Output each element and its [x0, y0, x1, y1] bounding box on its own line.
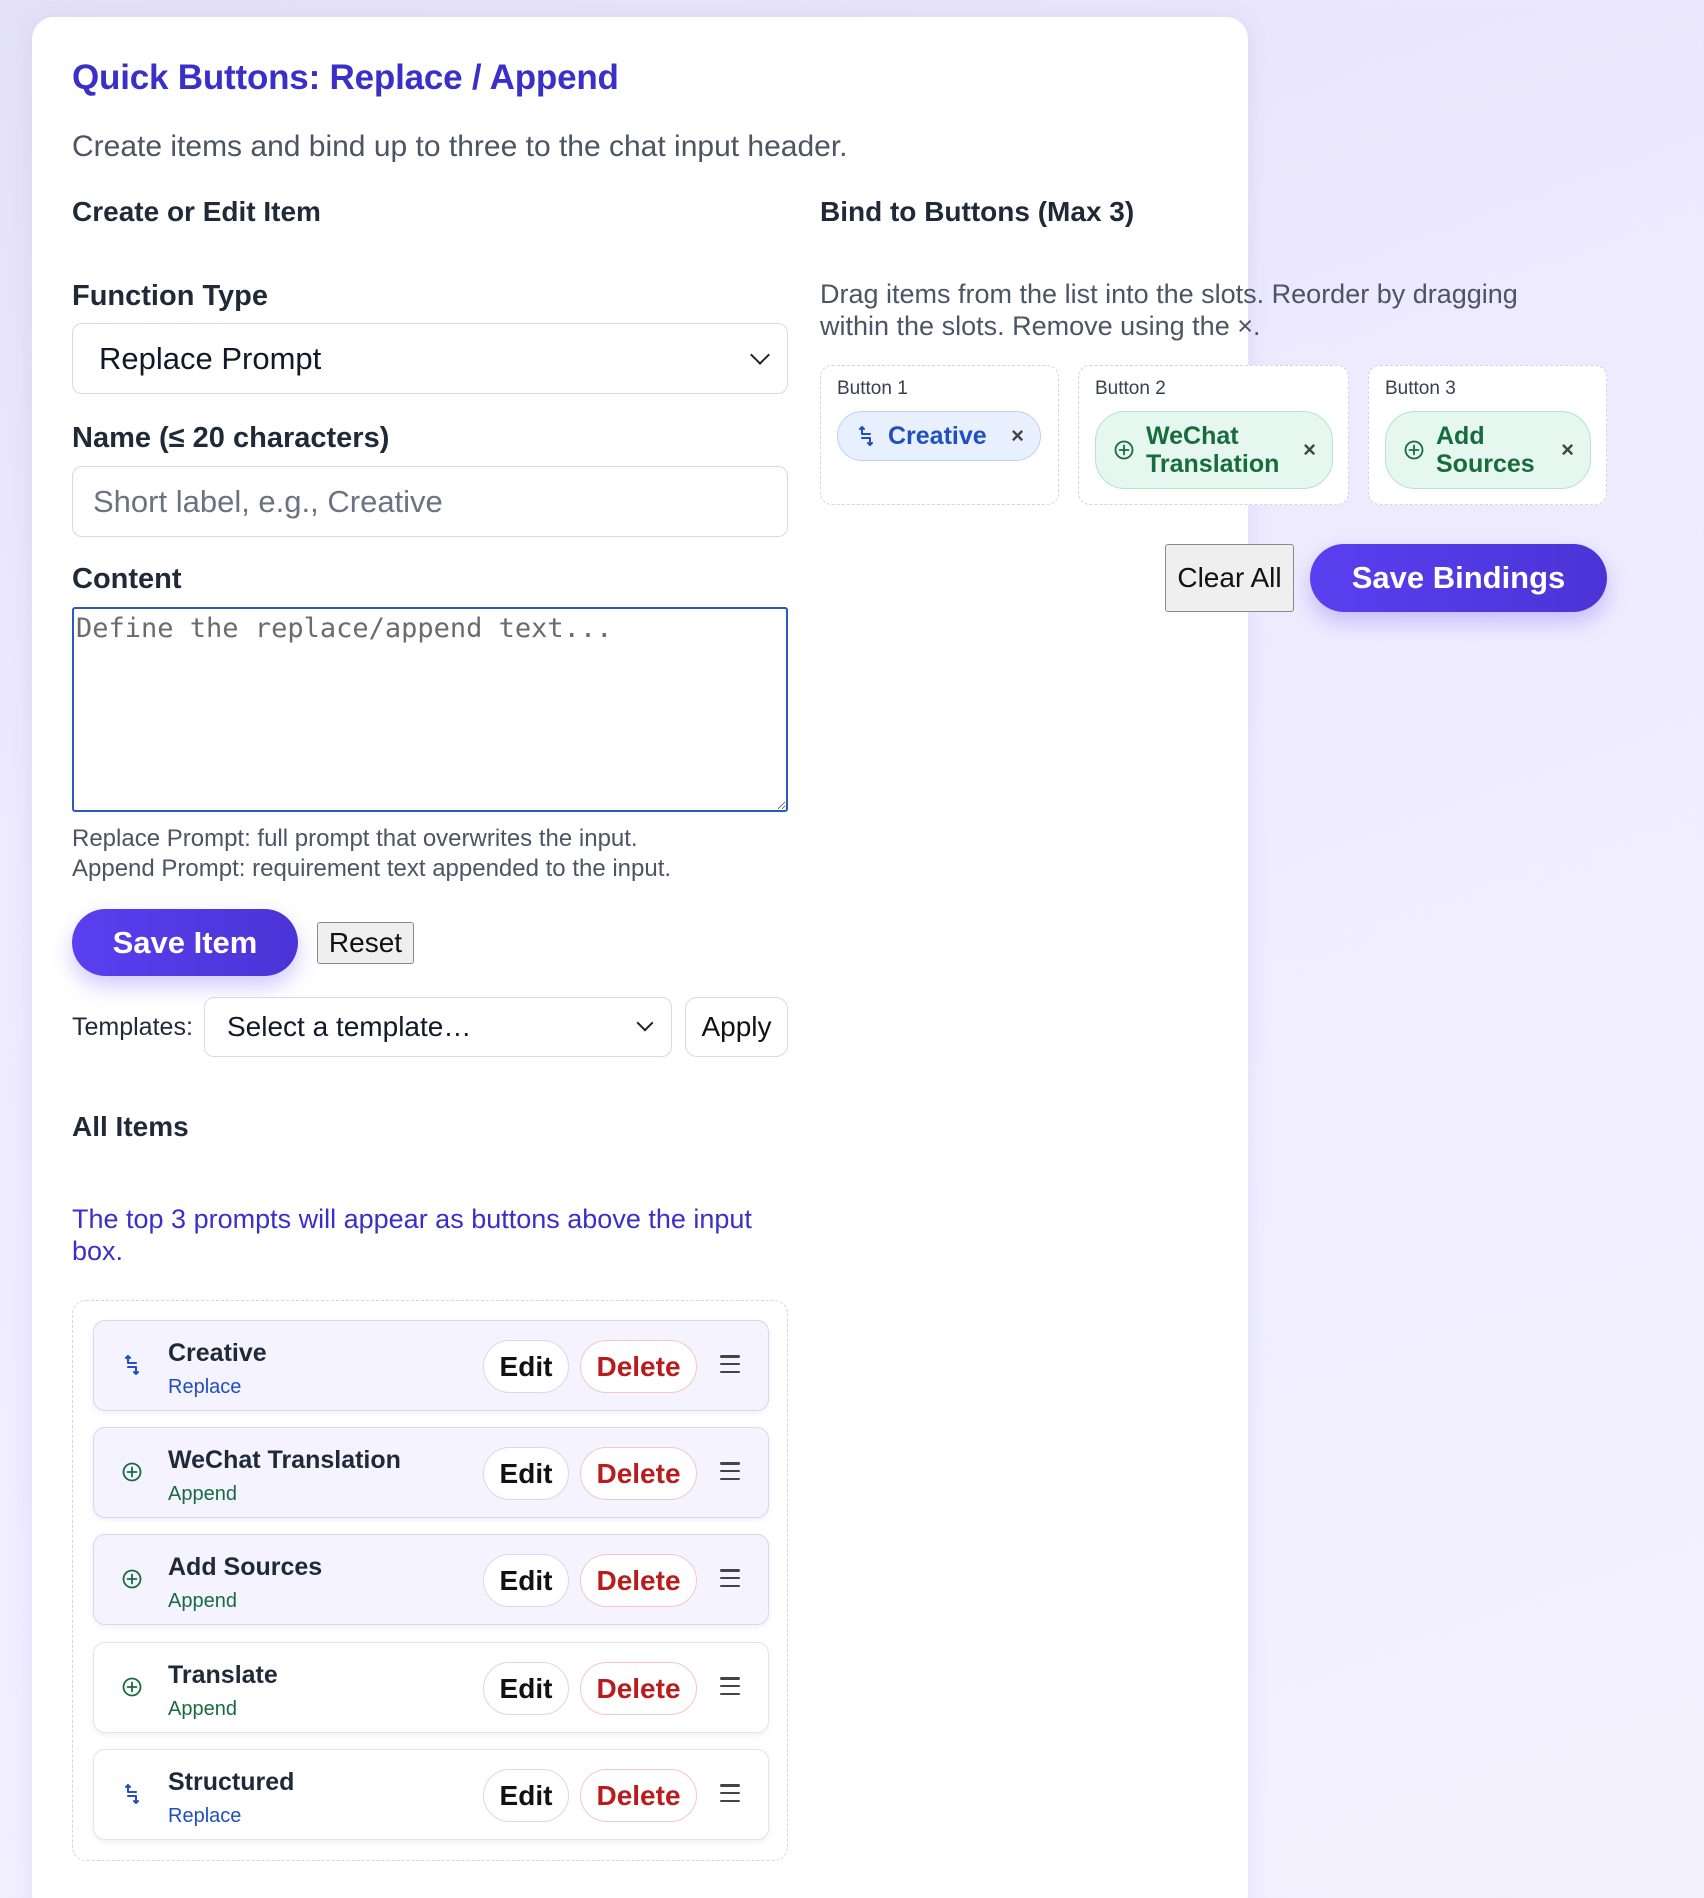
plus-circle-icon: [120, 1460, 144, 1484]
hint-append: Append Prompt: requirement text appended…: [72, 855, 672, 882]
remove-chip-button[interactable]: ×: [1561, 437, 1574, 463]
list-item[interactable]: Structured Replace Edit Delete: [93, 1749, 769, 1840]
list-item[interactable]: Add Sources Append Edit Delete: [93, 1534, 769, 1625]
save-item-button[interactable]: Save Item: [72, 909, 298, 976]
content-textarea[interactable]: [72, 607, 788, 812]
list-item[interactable]: WeChat Translation Append Edit Delete: [93, 1427, 769, 1518]
item-type: Replace: [168, 1805, 242, 1827]
slot-label: Button 1: [837, 378, 908, 399]
bindings-section-title: Bind to Buttons (Max 3): [820, 196, 1135, 227]
chip-label: WeChat Translation: [1146, 422, 1280, 478]
drag-handle-icon[interactable]: [720, 1462, 740, 1480]
item-type: Append: [168, 1590, 237, 1612]
edit-button[interactable]: Edit: [483, 1447, 569, 1500]
edit-button[interactable]: Edit: [483, 1554, 569, 1607]
edit-button[interactable]: Edit: [483, 1769, 569, 1822]
chip-label: Add Sources: [1436, 422, 1535, 478]
remove-chip-button[interactable]: ×: [1011, 423, 1024, 449]
chip-label: Creative: [888, 422, 987, 450]
name-input[interactable]: [72, 466, 788, 537]
swap-arrows-icon: [854, 425, 878, 447]
name-label: Name (≤ 20 characters): [72, 422, 390, 454]
templates-value: Select a template…: [227, 1011, 472, 1042]
swap-arrows-icon: [120, 1782, 144, 1806]
items-list: Creative Replace Edit Delete WeChat Tran…: [72, 1300, 788, 1861]
page-subtitle: Create items and bind up to three to the…: [72, 130, 848, 163]
drag-handle-icon[interactable]: [720, 1677, 740, 1695]
items-note: The top 3 prompts will appear as buttons…: [72, 1204, 752, 1266]
item-name: WeChat Translation: [168, 1446, 401, 1474]
templates-select[interactable]: Select a template…: [204, 997, 672, 1057]
plus-circle-icon: [120, 1567, 144, 1591]
delete-button[interactable]: Delete: [580, 1340, 697, 1393]
chevron-down-icon: [750, 344, 770, 365]
slot-label: Button 3: [1385, 378, 1456, 399]
plus-circle-icon: [1402, 440, 1426, 460]
bound-chip[interactable]: WeChat Translation ×: [1095, 411, 1333, 489]
content-label: Content: [72, 563, 182, 595]
edit-button[interactable]: Edit: [483, 1662, 569, 1715]
item-type: Append: [168, 1483, 237, 1505]
plus-circle-icon: [120, 1675, 144, 1699]
swap-arrows-icon: [120, 1353, 144, 1377]
drag-handle-icon[interactable]: [720, 1569, 740, 1587]
content-hint: Replace Prompt: full prompt that overwri…: [72, 824, 671, 884]
hint-replace: Replace Prompt: full prompt that overwri…: [72, 825, 638, 852]
function-type-value: Replace Prompt: [99, 340, 322, 376]
templates-label: Templates:: [72, 1013, 193, 1041]
delete-button[interactable]: Delete: [580, 1447, 697, 1500]
chevron-down-icon: [636, 1014, 654, 1032]
bound-chip[interactable]: Creative ×: [837, 411, 1041, 461]
item-type: Replace: [168, 1376, 242, 1398]
delete-button[interactable]: Delete: [580, 1662, 697, 1715]
clear-all-button[interactable]: Clear All: [1165, 544, 1294, 612]
list-item[interactable]: Creative Replace Edit Delete: [93, 1320, 769, 1411]
delete-button[interactable]: Delete: [580, 1554, 697, 1607]
binding-slot-1[interactable]: Button 1 Creative ×: [820, 365, 1059, 505]
list-item[interactable]: Translate Append Edit Delete: [93, 1642, 769, 1733]
reset-button[interactable]: Reset: [317, 922, 414, 964]
apply-template-button[interactable]: Apply: [685, 997, 788, 1057]
drag-handle-icon[interactable]: [720, 1784, 740, 1802]
function-type-label: Function Type: [72, 280, 269, 312]
slot-label: Button 2: [1095, 378, 1166, 399]
save-bindings-button[interactable]: Save Bindings: [1310, 544, 1607, 612]
item-name: Structured: [168, 1768, 295, 1796]
binding-slot-2[interactable]: Button 2 WeChat Translation ×: [1078, 365, 1349, 505]
editor-section-title: Create or Edit Item: [72, 196, 321, 227]
delete-button[interactable]: Delete: [580, 1769, 697, 1822]
item-type: Append: [168, 1698, 237, 1720]
edit-button[interactable]: Edit: [483, 1340, 569, 1393]
function-type-select[interactable]: Replace Prompt: [72, 323, 788, 394]
items-section-title: All Items: [72, 1111, 189, 1142]
bindings-description: Drag items from the list into the slots.…: [820, 279, 1518, 341]
page-title: Quick Buttons: Replace / Append: [72, 58, 619, 97]
drag-handle-icon[interactable]: [720, 1355, 740, 1373]
item-name: Add Sources: [168, 1553, 323, 1581]
plus-circle-icon: [1112, 440, 1136, 460]
item-name: Translate: [168, 1661, 278, 1689]
remove-chip-button[interactable]: ×: [1303, 437, 1316, 463]
binding-slot-3[interactable]: Button 3 Add Sources ×: [1368, 365, 1607, 505]
bound-chip[interactable]: Add Sources ×: [1385, 411, 1591, 489]
item-name: Creative: [168, 1339, 267, 1367]
